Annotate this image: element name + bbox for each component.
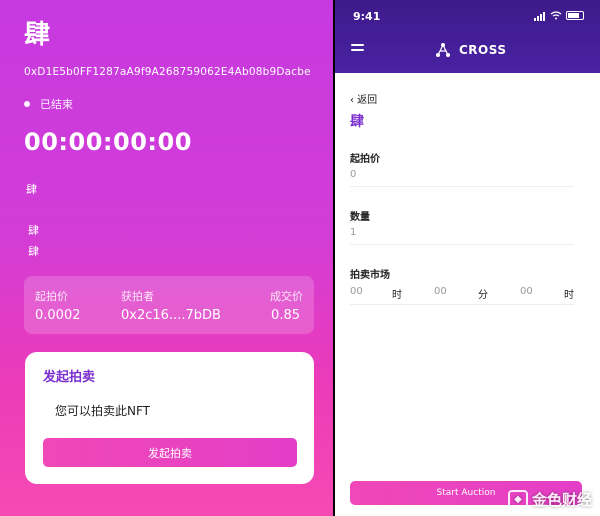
card-text: 您可以拍卖此NFT (55, 404, 150, 418)
deal-price-label: 成交价 (270, 290, 303, 303)
hamburger-menu-icon[interactable] (351, 44, 364, 54)
hours-input[interactable]: 00 (350, 286, 363, 297)
start-auction-card: 发起拍卖 您可以拍卖此NFT 发起拍卖 (25, 352, 314, 484)
minutes-unit: 分 (478, 290, 488, 301)
countdown-timer: 00:00:00:00 (24, 128, 192, 156)
auction-form-panel: 9:41 CROSS ‹ 返回 肆 起拍价 0 数量 1 拍卖市场 00 时 0… (335, 0, 600, 516)
back-link[interactable]: ‹ 返回 (350, 91, 377, 106)
status-dot-icon (24, 101, 30, 107)
card-title: 发起拍卖 (43, 370, 96, 385)
watermark: ◆ 金色财经 (507, 489, 592, 510)
auction-detail-panel: 肆 0xD1E5b0FF1287aA9f9A268759062E4Ab08b9D… (0, 0, 333, 516)
start-price-value: 0.0002 (35, 308, 81, 323)
auction-stats-box: 起拍价 获拍者 成交价 0.0002 0x2c16....7bDB 0.85 (24, 276, 314, 334)
brand-name: CROSS (459, 43, 507, 57)
deal-price-value: 0.85 (271, 308, 300, 323)
app-header: 9:41 CROSS (335, 0, 600, 73)
cross-logo-icon (436, 43, 450, 57)
nft-name: 肆 (350, 114, 364, 130)
nft-title: 肆 (24, 20, 51, 50)
duration-inputs: 00 时 00 分 00 时 (350, 282, 574, 305)
quantity-input[interactable]: 1 (350, 222, 574, 245)
start-auction-button[interactable]: 发起拍卖 (43, 438, 297, 467)
minutes-input[interactable]: 00 (434, 286, 447, 297)
auction-market-label: 拍卖市场 (350, 270, 390, 281)
start-price-label: 起拍价 (35, 290, 68, 303)
start-price-input[interactable]: 0 (350, 164, 574, 187)
watermark-text: 金色财经 (531, 491, 592, 509)
status-text: 已结束 (40, 98, 73, 111)
wifi-icon (550, 11, 562, 20)
hours-unit: 时 (392, 290, 402, 301)
brand-logo: CROSS (435, 42, 507, 58)
winner-label: 获拍者 (121, 290, 154, 303)
battery-icon (566, 11, 584, 20)
status-bar-icons (534, 10, 584, 21)
nft-name-line: 肆 (26, 183, 37, 196)
contract-address: 0xD1E5b0FF1287aA9f9A268759062E4Ab08b9Dac… (24, 66, 311, 78)
nft-description-line-2: 肆 (28, 245, 39, 258)
quantity-label: 数量 (350, 212, 370, 223)
watermark-logo-icon: ◆ (507, 489, 528, 510)
auction-status: 已结束 (24, 96, 73, 112)
seconds-input[interactable]: 00 (520, 286, 533, 297)
signal-icon (534, 10, 546, 21)
status-bar-time: 9:41 (353, 10, 381, 23)
seconds-unit: 时 (564, 290, 574, 301)
nft-description-line: 肆 (28, 224, 39, 237)
start-price-label: 起拍价 (350, 154, 380, 165)
winner-address: 0x2c16....7bDB (121, 308, 221, 323)
